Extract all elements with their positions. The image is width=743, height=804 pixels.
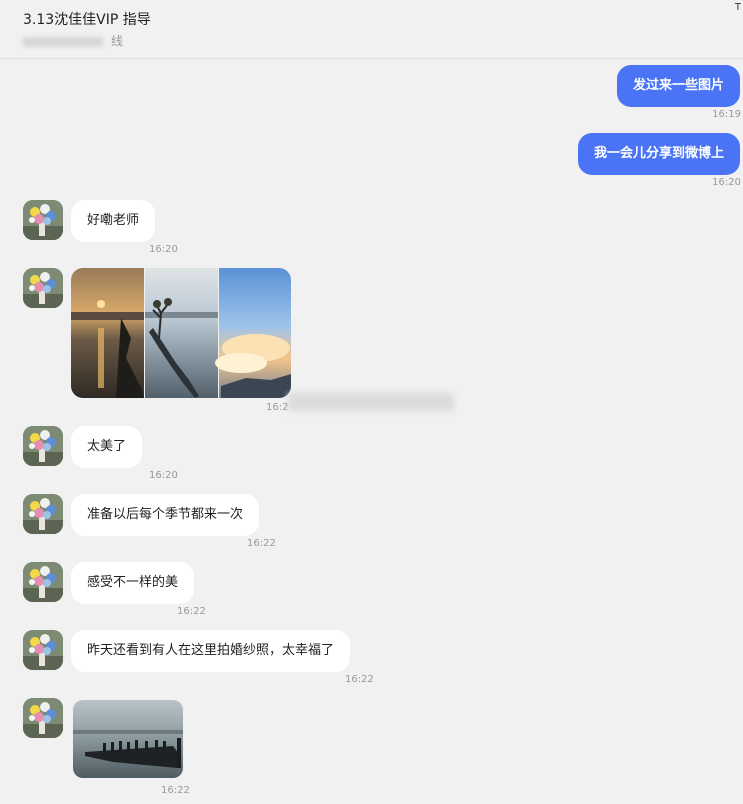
- avatar[interactable]: [23, 268, 63, 308]
- image-message-pier[interactable]: [73, 700, 183, 778]
- message-bubble-incoming[interactable]: 昨天还看到有人在这里拍婚纱照，太幸福了: [71, 630, 351, 672]
- message-bubble-incoming[interactable]: 准备以后每个季节都来一次: [71, 494, 260, 536]
- status-text: 线: [111, 34, 124, 48]
- message-bubble-outgoing[interactable]: 我一会儿分享到微博上: [577, 133, 740, 175]
- chat-status: 线: [23, 32, 123, 49]
- message-time: 16:2: [266, 402, 289, 413]
- message-bubble-incoming[interactable]: 感受不一样的美: [71, 562, 195, 604]
- message-time: 16:20: [712, 177, 741, 188]
- message-time: 16:22: [177, 606, 206, 617]
- flower-bouquet-icon: [23, 200, 63, 240]
- avatar[interactable]: [23, 426, 63, 466]
- flower-bouquet-icon: [23, 426, 63, 466]
- message-time: 16:22: [345, 674, 374, 685]
- message-bubble-incoming[interactable]: 太美了: [71, 426, 143, 468]
- message-bubble-outgoing[interactable]: 发过来一些图片: [616, 65, 740, 107]
- blurred-overlay: [288, 393, 454, 411]
- flower-bouquet-icon: [23, 630, 63, 670]
- chat-title: 3.13沈佳佳VIP 指导: [23, 12, 151, 28]
- message-time: 16:22: [161, 785, 190, 796]
- photo-sky-clouds: [215, 268, 291, 398]
- message-time: 16:19: [712, 109, 741, 120]
- corner-mark: T: [734, 2, 741, 13]
- flower-bouquet-icon: [23, 698, 63, 738]
- photo-sunset: [71, 268, 144, 398]
- avatar[interactable]: [23, 698, 63, 738]
- avatar[interactable]: [23, 200, 63, 240]
- message-time: 16:22: [247, 538, 276, 549]
- avatar[interactable]: [23, 562, 63, 602]
- photo-lake-tree: [145, 268, 218, 398]
- avatar[interactable]: [23, 494, 63, 534]
- avatar[interactable]: [23, 630, 63, 670]
- message-time: 16:20: [149, 244, 178, 255]
- image-message-group[interactable]: [71, 268, 291, 398]
- message-bubble-incoming[interactable]: 好嘞老师: [71, 200, 156, 242]
- chat-header: 3.13沈佳佳VIP 指导 线 T: [0, 0, 743, 59]
- message-time: 16:20: [149, 470, 178, 481]
- blurred-name: [23, 36, 103, 47]
- flower-bouquet-icon: [23, 494, 63, 534]
- flower-bouquet-icon: [23, 268, 63, 308]
- flower-bouquet-icon: [23, 562, 63, 602]
